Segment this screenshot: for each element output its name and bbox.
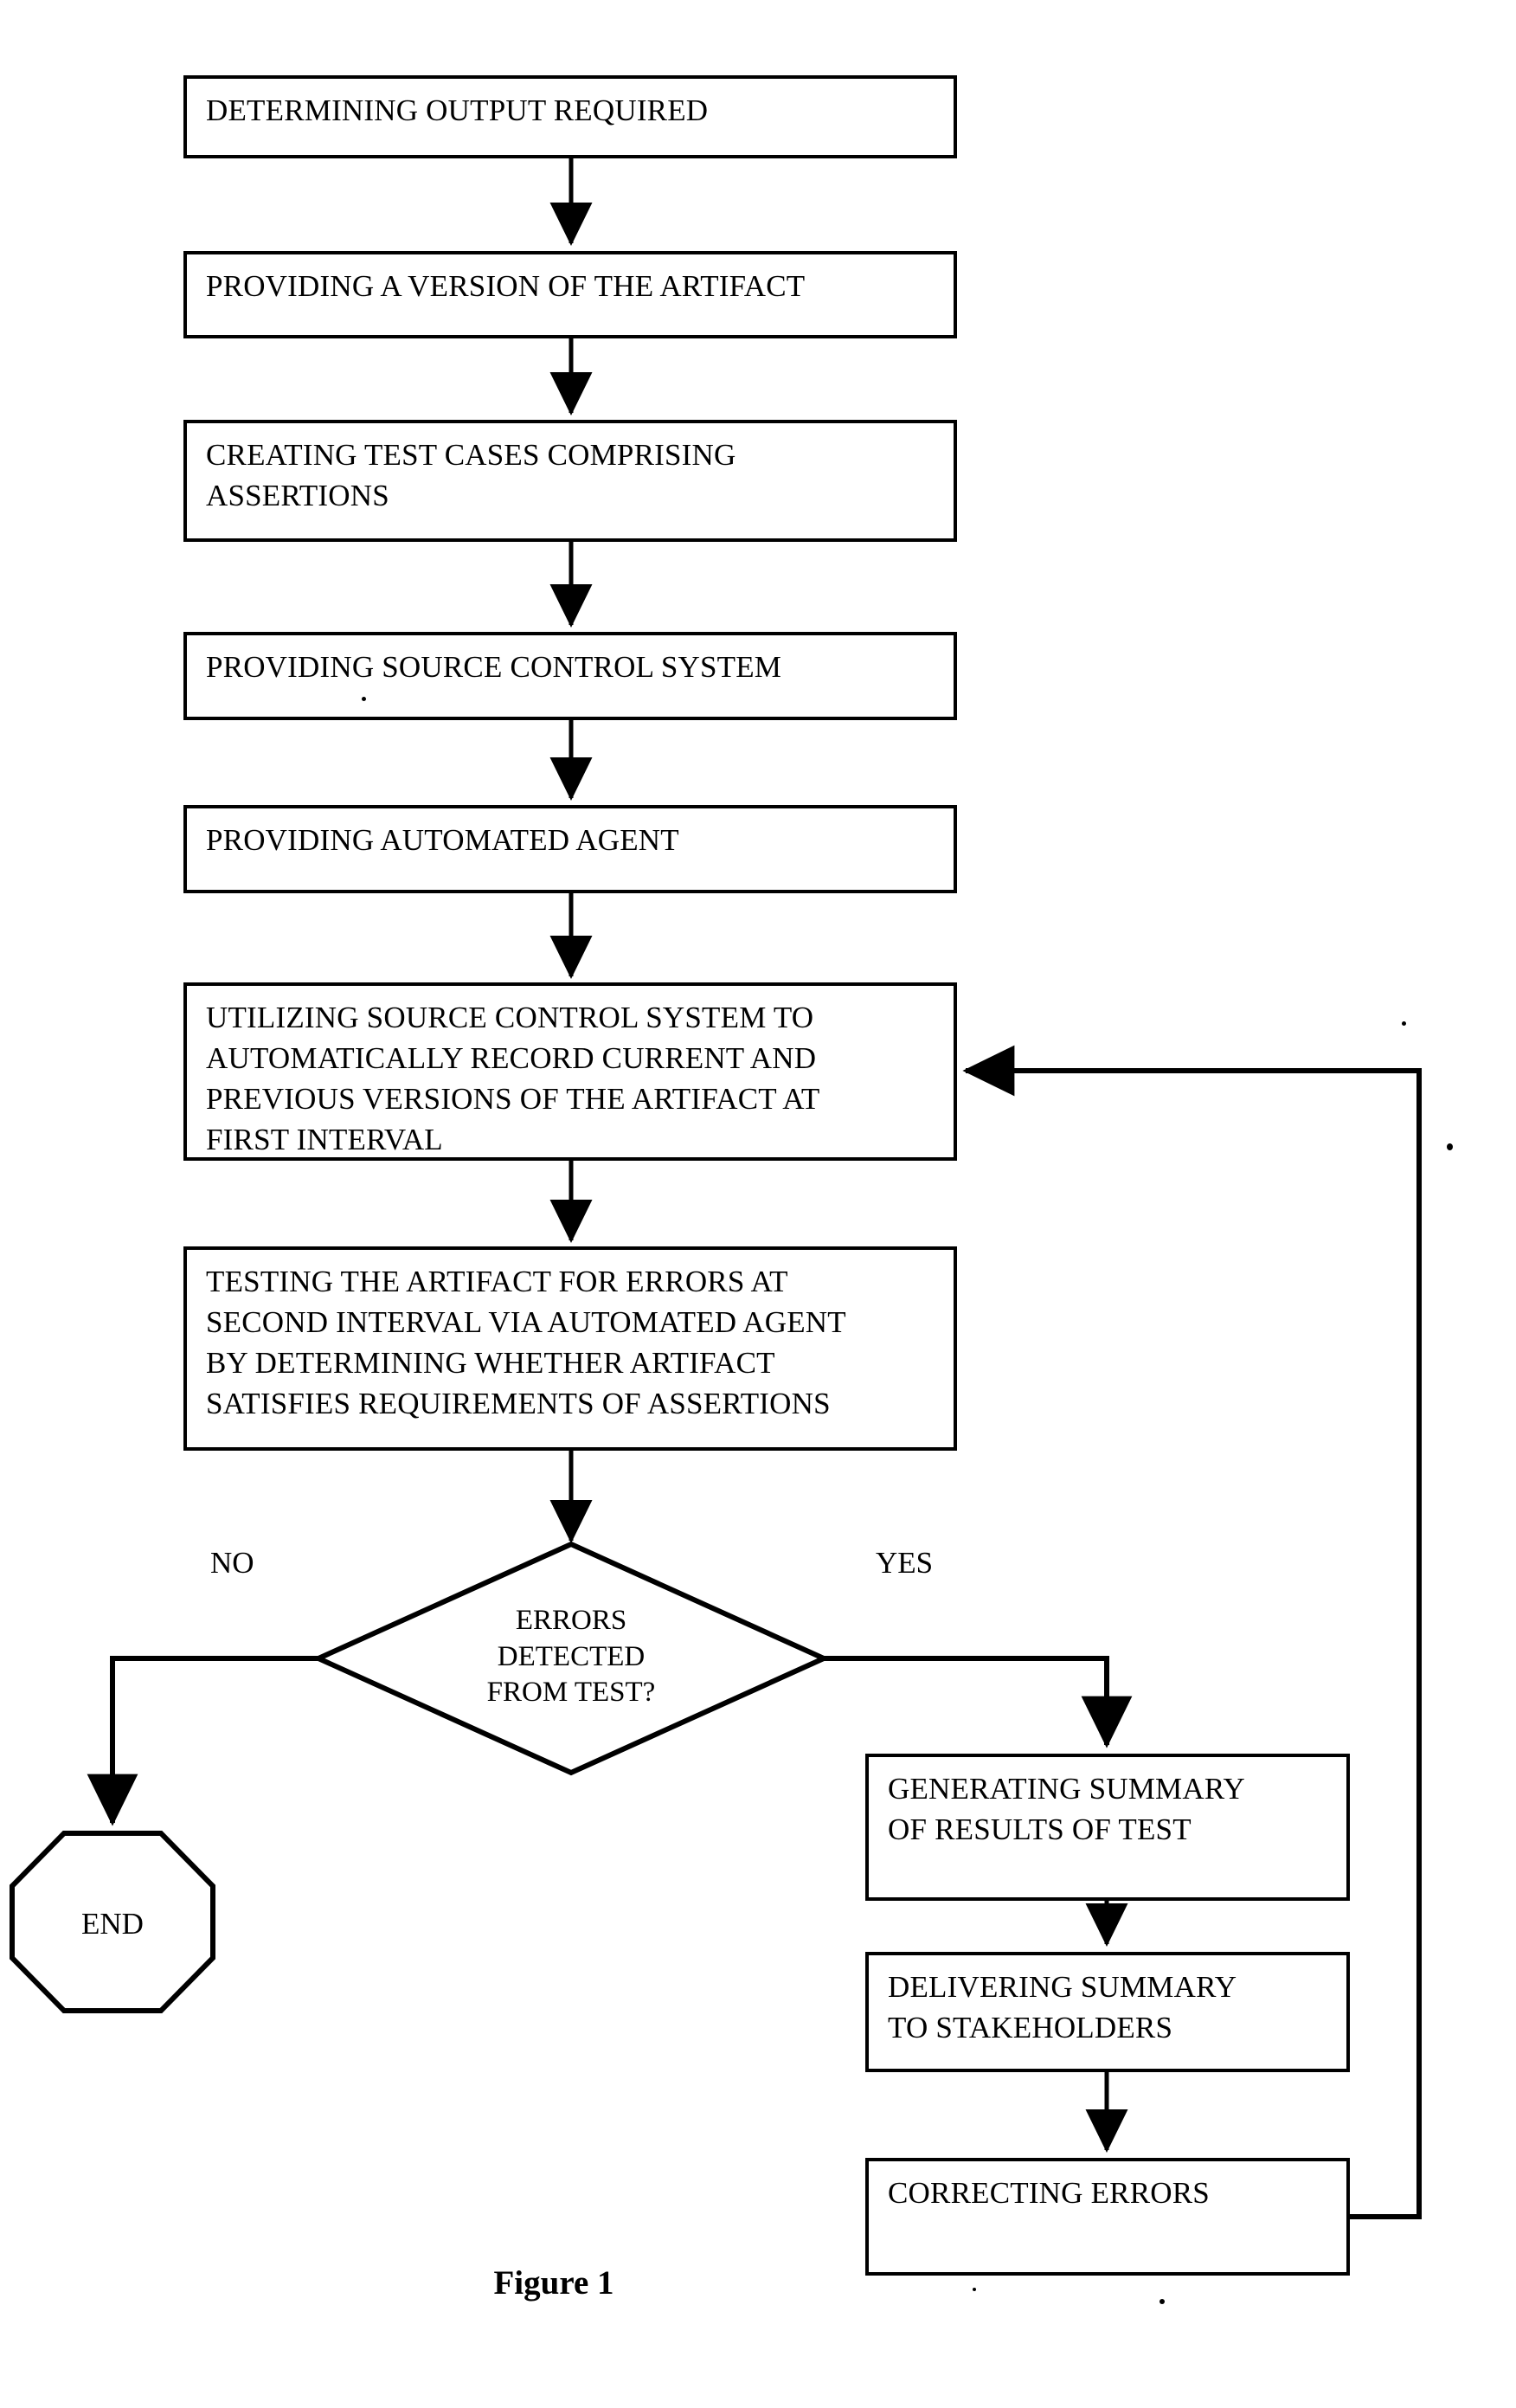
process-box-label: CREATING TEST CASES COMPRISING ASSERTION… xyxy=(206,438,736,512)
process-box-label: PROVIDING A VERSION OF THE ARTIFACT xyxy=(206,269,806,303)
scan-speck xyxy=(1159,2299,1165,2304)
process-box-label: GENERATING SUMMARY OF RESULTS OF TEST xyxy=(888,1772,1245,1846)
branch-label-no: NO xyxy=(210,1546,254,1580)
connector-n8-n9-no xyxy=(87,1656,318,1826)
process-box-creating-test-cases: CREATING TEST CASES COMPRISING ASSERTION… xyxy=(183,420,957,542)
process-box-providing-automated-agent: PROVIDING AUTOMATED AGENT xyxy=(183,805,957,893)
process-box-determining-output-required: DETERMINING OUTPUT REQUIRED xyxy=(183,75,957,158)
branch-label-yes: YES xyxy=(876,1546,934,1580)
figure-caption: Figure 1 xyxy=(493,2264,614,2302)
terminator-label-end: END xyxy=(81,1907,144,1941)
figure-page: DETERMINING OUTPUT REQUIRED PROVIDING A … xyxy=(0,0,1516,2408)
scan-speck xyxy=(1447,1143,1453,1150)
process-box-label: DELIVERING SUMMARY TO STAKEHOLDERS xyxy=(888,1970,1237,2044)
process-box-providing-source-control-system: PROVIDING SOURCE CONTROL SYSTEM xyxy=(183,632,957,720)
decision-label-errors-detected: ERRORS DETECTED FROM TEST? xyxy=(486,1605,656,1709)
process-box-providing-version-artifact: PROVIDING A VERSION OF THE ARTIFACT xyxy=(183,251,957,338)
process-box-label: PROVIDING AUTOMATED AGENT xyxy=(206,823,679,857)
process-box-label: DETERMINING OUTPUT REQUIRED xyxy=(206,93,709,127)
connector-n8-n10-yes xyxy=(824,1656,1133,1748)
process-box-label: TESTING THE ARTIFACT FOR ERRORS AT SECON… xyxy=(206,1265,846,1420)
process-box-correcting-errors: CORRECTING ERRORS xyxy=(865,2158,1350,2276)
scan-speck xyxy=(362,697,366,701)
process-box-label: CORRECTING ERRORS xyxy=(888,2176,1210,2210)
process-box-utilizing-source-control-system: UTILIZING SOURCE CONTROL SYSTEM TO AUTOM… xyxy=(183,982,957,1161)
process-box-label: UTILIZING SOURCE CONTROL SYSTEM TO AUTOM… xyxy=(206,1001,820,1156)
process-box-delivering-summary: DELIVERING SUMMARY TO STAKEHOLDERS xyxy=(865,1952,1350,2072)
process-box-label: PROVIDING SOURCE CONTROL SYSTEM xyxy=(206,650,782,684)
process-box-generating-summary: GENERATING SUMMARY OF RESULTS OF TEST xyxy=(865,1754,1350,1901)
process-box-testing-artifact-for-errors: TESTING THE ARTIFACT FOR ERRORS AT SECON… xyxy=(183,1246,957,1451)
scan-speck xyxy=(973,2288,976,2291)
scan-speck xyxy=(1402,1021,1406,1026)
